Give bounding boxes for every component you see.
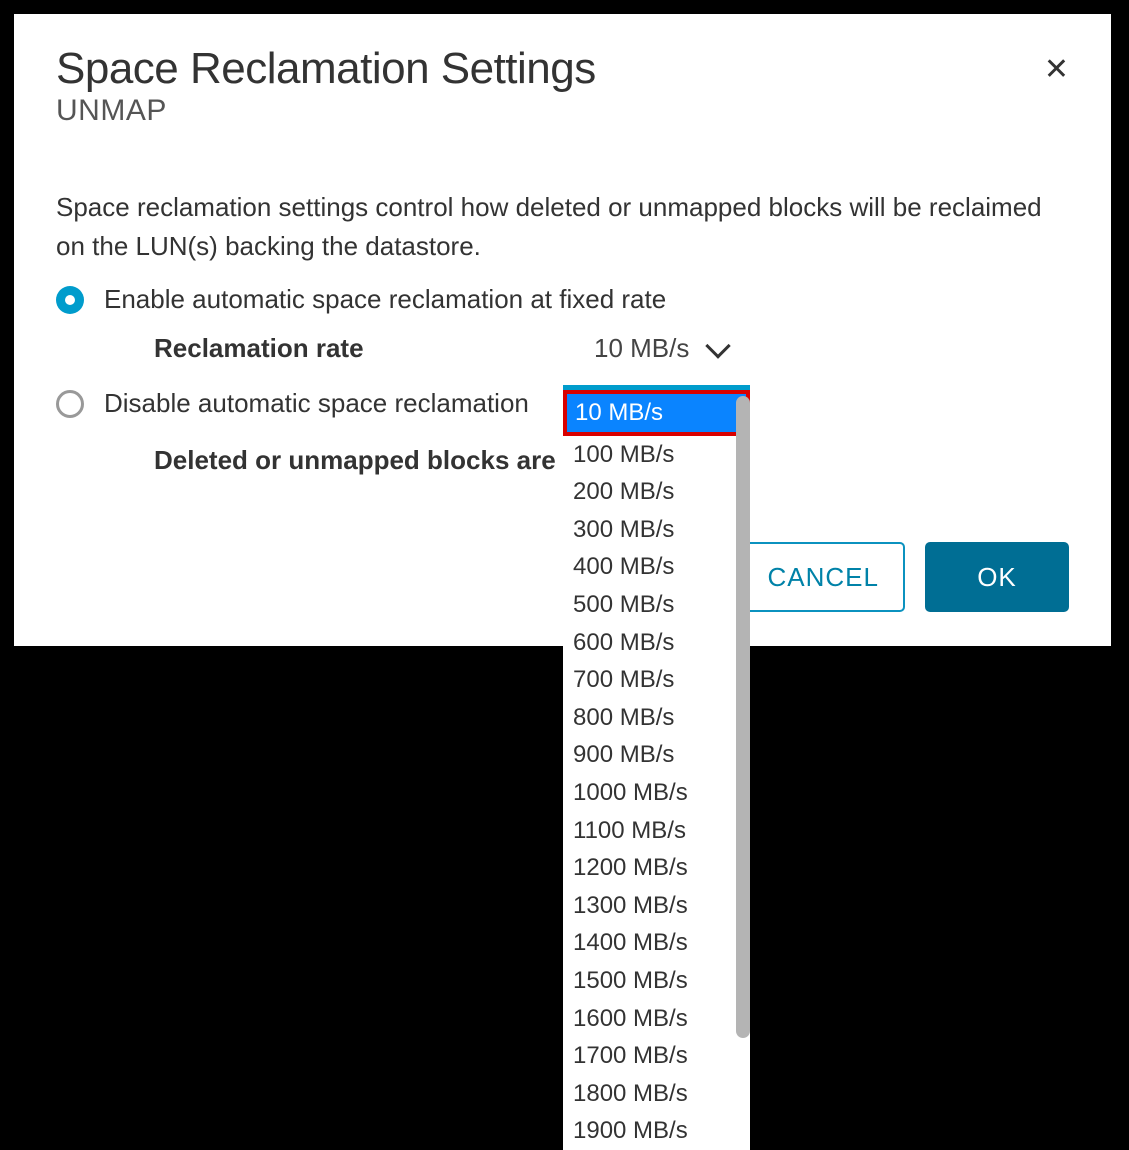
dialog-subtitle: UNMAP xyxy=(56,94,596,128)
dropdown-option[interactable]: 1700 MB/s xyxy=(563,1037,750,1075)
dropdown-selected-value: 10 MB/s xyxy=(594,333,689,364)
dropdown-option[interactable]: 1500 MB/s xyxy=(563,962,750,1000)
dropdown-option[interactable]: 300 MB/s xyxy=(563,511,750,549)
dropdown-option[interactable]: 1000 MB/s xyxy=(563,774,750,812)
radio-empty-icon xyxy=(56,390,84,418)
chevron-down-icon xyxy=(706,333,731,358)
radio-selected-icon xyxy=(56,286,84,314)
dialog-description: Space reclamation settings control how d… xyxy=(56,188,1069,266)
reclamation-rate-row: Reclamation rate 10 MB/s xyxy=(56,333,1069,364)
ok-button[interactable]: OK xyxy=(925,542,1069,612)
dropdown-option[interactable]: 600 MB/s xyxy=(563,624,750,662)
enable-reclamation-radio[interactable]: Enable automatic space reclamation at fi… xyxy=(56,284,1069,315)
dropdown-option[interactable]: 1200 MB/s xyxy=(563,849,750,887)
dialog-footer: CANCEL OK xyxy=(742,542,1069,612)
reclamation-rate-label: Reclamation rate xyxy=(154,333,594,364)
dropdown-option[interactable]: 10 MB/s xyxy=(563,390,750,436)
title-block: Space Reclamation Settings UNMAP xyxy=(56,46,596,128)
dropdown-option[interactable]: 500 MB/s xyxy=(563,586,750,624)
dropdown-option[interactable]: 700 MB/s xyxy=(563,661,750,699)
dropdown-option[interactable]: 1400 MB/s xyxy=(563,924,750,962)
dropdown-option[interactable]: 1900 MB/s xyxy=(563,1112,750,1150)
dropdown-option[interactable]: 400 MB/s xyxy=(563,548,750,586)
dropdown-scrollbar[interactable] xyxy=(736,396,750,1038)
dropdown-option[interactable]: 1100 MB/s xyxy=(563,812,750,850)
disable-radio-label: Disable automatic space reclamation xyxy=(104,388,529,419)
cancel-button[interactable]: CANCEL xyxy=(742,542,905,612)
close-icon[interactable]: ✕ xyxy=(1044,46,1069,87)
reclamation-rate-dropdown[interactable]: 10 MB/s xyxy=(594,333,727,364)
dropdown-option[interactable]: 1300 MB/s xyxy=(563,887,750,925)
dropdown-option[interactable]: 100 MB/s xyxy=(563,436,750,474)
dialog-header: Space Reclamation Settings UNMAP ✕ xyxy=(56,46,1069,128)
dropdown-option[interactable]: 200 MB/s xyxy=(563,473,750,511)
dropdown-option[interactable]: 800 MB/s xyxy=(563,699,750,737)
enable-radio-label: Enable automatic space reclamation at fi… xyxy=(104,284,666,315)
dropdown-option[interactable]: 900 MB/s xyxy=(563,736,750,774)
dialog-title: Space Reclamation Settings xyxy=(56,46,596,92)
reclamation-rate-dropdown-list[interactable]: 10 MB/s 100 MB/s 200 MB/s 300 MB/s 400 M… xyxy=(563,385,750,1150)
dropdown-option[interactable]: 1600 MB/s xyxy=(563,1000,750,1038)
dropdown-option[interactable]: 1800 MB/s xyxy=(563,1075,750,1113)
